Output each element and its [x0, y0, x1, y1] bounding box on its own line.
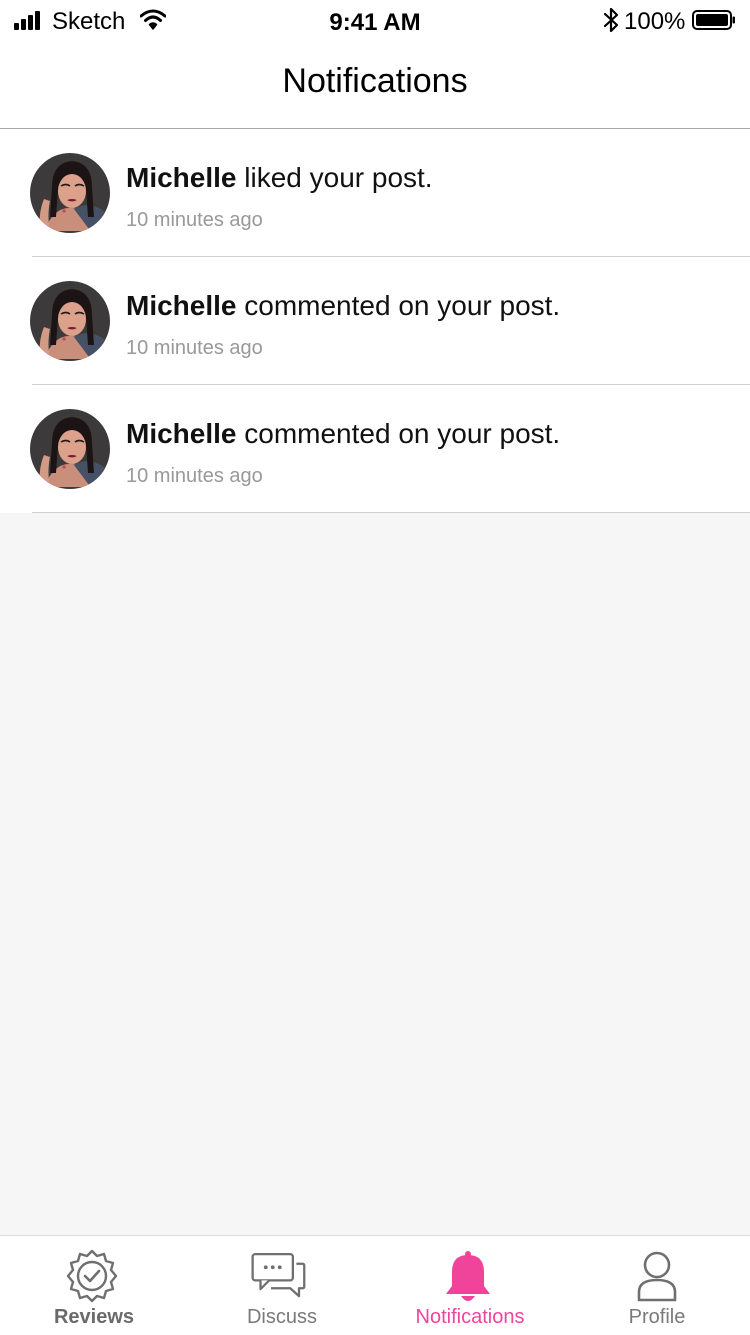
tab-label: Discuss [246, 1306, 317, 1328]
tab-label: Notifications [415, 1306, 525, 1328]
tab-label: Reviews [53, 1306, 135, 1328]
badge-check-icon [66, 1249, 118, 1303]
top-bar: Sketch 9:41 AM 100% Notifications [0, 0, 750, 129]
notification-user-name[interactable]: Michelle [126, 418, 236, 449]
avatar [30, 153, 110, 233]
notification-item[interactable]: Michelle commented on your post. 10 minu… [0, 257, 750, 385]
status-bar: Sketch 9:41 AM 100% [0, 0, 750, 44]
notification-message: Michelle liked your post. [126, 161, 433, 195]
notification-action: commented on your post. [236, 418, 561, 449]
notification-message: Michelle commented on your post. [126, 289, 560, 323]
tab-profile[interactable]: Profile [564, 1236, 750, 1335]
notification-item[interactable]: Michelle commented on your post. 10 minu… [0, 385, 750, 513]
tab-bar: Reviews Discuss Notifications Profile [0, 1235, 750, 1335]
avatar [30, 281, 110, 361]
bell-icon [446, 1251, 490, 1301]
bluetooth-icon [603, 7, 619, 33]
battery-icon [692, 10, 735, 30]
notification-message: Michelle commented on your post. [126, 417, 560, 451]
notification-item[interactable]: Michelle liked your post. 10 minutes ago [0, 129, 750, 257]
notification-time: 10 minutes ago [126, 209, 263, 231]
battery-percentage: 100% [624, 8, 686, 35]
tab-notifications[interactable]: Notifications [376, 1236, 564, 1335]
avatar [30, 409, 110, 489]
notification-user-name[interactable]: Michelle [126, 162, 236, 193]
notification-time: 10 minutes ago [126, 337, 263, 359]
tab-label: Profile [628, 1306, 686, 1328]
page-title: Notifications [282, 62, 468, 100]
notification-list: Michelle liked your post. 10 minutes ago… [0, 129, 750, 513]
chat-bubbles-icon [251, 1252, 306, 1298]
tab-reviews[interactable]: Reviews [0, 1236, 188, 1335]
person-icon [637, 1251, 677, 1302]
notification-user-name[interactable]: Michelle [126, 290, 236, 321]
notification-time: 10 minutes ago [126, 465, 263, 487]
tab-discuss[interactable]: Discuss [188, 1236, 376, 1335]
notification-action: commented on your post. [236, 290, 561, 321]
notification-action: liked your post. [236, 162, 433, 193]
